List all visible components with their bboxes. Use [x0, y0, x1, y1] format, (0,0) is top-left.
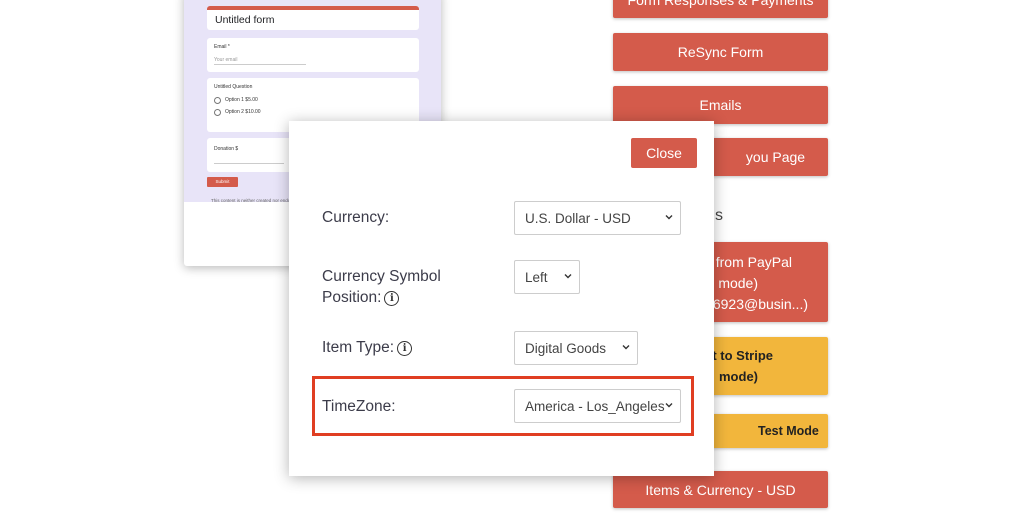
payment-section-heading: s — [715, 207, 723, 224]
symbol-position-select[interactable]: Left — [514, 260, 580, 294]
item-type-select[interactable]: Digital Goods — [514, 331, 638, 365]
currency-label: Currency: — [322, 209, 390, 226]
symbol-position-label-line2: Position: — [322, 289, 382, 306]
thank-you-page-label: you Page — [745, 149, 806, 165]
question-label: Untitled Question — [214, 84, 253, 90]
close-button[interactable]: Close — [631, 138, 697, 168]
items-currency-label: Items & Currency - USD — [645, 481, 796, 498]
info-icon[interactable]: i — [397, 341, 413, 356]
emails-button[interactable]: Emails — [613, 86, 828, 124]
form-email-card: Email * Your email — [207, 38, 419, 72]
form-responses-label: Form Responses & Payments — [627, 0, 814, 8]
item-type-label: Item Type: — [322, 339, 395, 356]
chevron-down-icon — [622, 345, 630, 350]
form-submit-button: Submit — [207, 177, 238, 187]
option-2-radio — [214, 109, 221, 116]
chevron-down-icon — [665, 215, 673, 220]
option-2-label: Option 2 $10.00 — [225, 109, 261, 115]
items-currency-button[interactable]: Items & Currency - USD — [613, 471, 828, 508]
timezone-highlight-box — [312, 376, 694, 436]
donation-label: Donation $ — [214, 146, 239, 152]
form-responses-button[interactable]: Form Responses & Payments — [613, 0, 828, 18]
email-underline — [214, 64, 306, 65]
email-label: Email * — [214, 44, 230, 50]
form-title-card: Untitled form — [207, 6, 419, 30]
close-button-label: Close — [646, 145, 682, 161]
form-title: Untitled form — [215, 14, 275, 26]
info-icon[interactable]: i — [384, 291, 400, 306]
symbol-position-value: Left — [525, 269, 548, 285]
chevron-down-icon — [564, 274, 572, 279]
resync-form-button[interactable]: ReSync Form — [613, 33, 828, 71]
option-1-radio — [214, 97, 221, 104]
item-type-label-row: Item Type: i — [322, 337, 413, 358]
currency-select[interactable]: U.S. Dollar - USD — [514, 201, 681, 235]
symbol-position-label: Currency Symbol Position: i — [322, 266, 441, 308]
form-footnote: This content is neither created nor endo… — [211, 198, 300, 203]
test-mode-badge: Test Mode — [758, 424, 819, 438]
email-placeholder: Your email — [214, 57, 238, 63]
currency-select-value: U.S. Dollar - USD — [525, 210, 631, 226]
donation-underline — [214, 163, 284, 164]
resync-form-label: ReSync Form — [677, 44, 764, 60]
symbol-position-label-line1: Currency Symbol — [322, 268, 441, 285]
item-type-value: Digital Goods — [525, 340, 607, 356]
emails-label: Emails — [699, 97, 742, 113]
option-1-label: Option 1 $5.00 — [225, 97, 258, 103]
